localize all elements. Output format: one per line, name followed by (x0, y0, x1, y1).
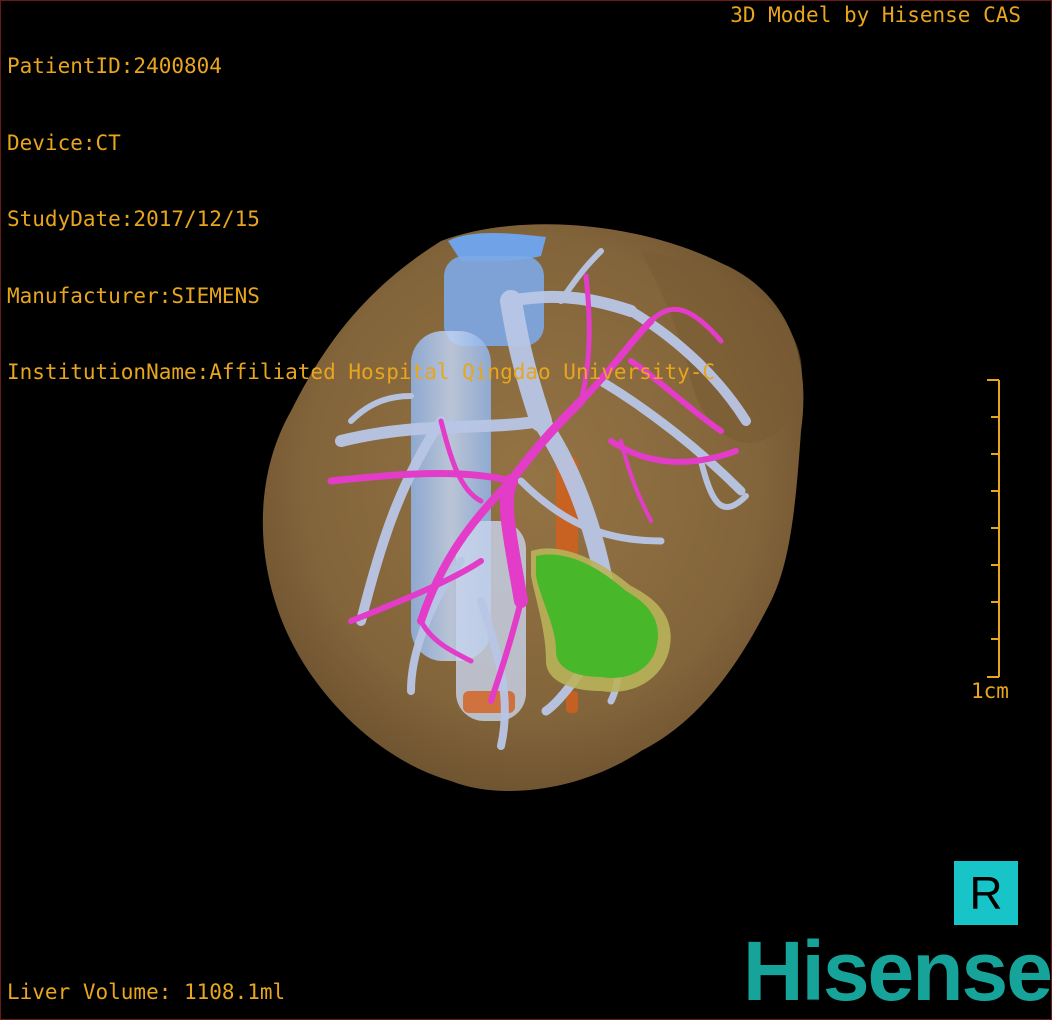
orientation-label: R (969, 867, 1003, 919)
manufacturer-text: Manufacturer:SIEMENS (7, 283, 260, 308)
3d-viewer-viewport[interactable]: PatientID:2400804 Device:CT StudyDate:20… (0, 0, 1052, 1020)
liver-volume-text: Liver Volume: 1108.1ml (7, 980, 286, 1004)
model-credit-text: 3D Model by Hisense CAS (730, 3, 1021, 27)
patient-info-block: PatientID:2400804 Device:CT StudyDate:20… (7, 3, 715, 437)
institution-text: InstitutionName:Affiliated Hospital Qing… (7, 360, 716, 384)
study-date-text: StudyDate:2017/12/15 (7, 207, 260, 231)
patient-id-text: PatientID:2400804 (7, 54, 222, 78)
orientation-marker: R (954, 861, 1018, 925)
scale-label: 1cm (971, 679, 1009, 703)
hisense-logo: Hisense (742, 924, 1051, 1018)
device-text: Device:CT (7, 130, 121, 155)
scale-bar (987, 379, 1000, 678)
